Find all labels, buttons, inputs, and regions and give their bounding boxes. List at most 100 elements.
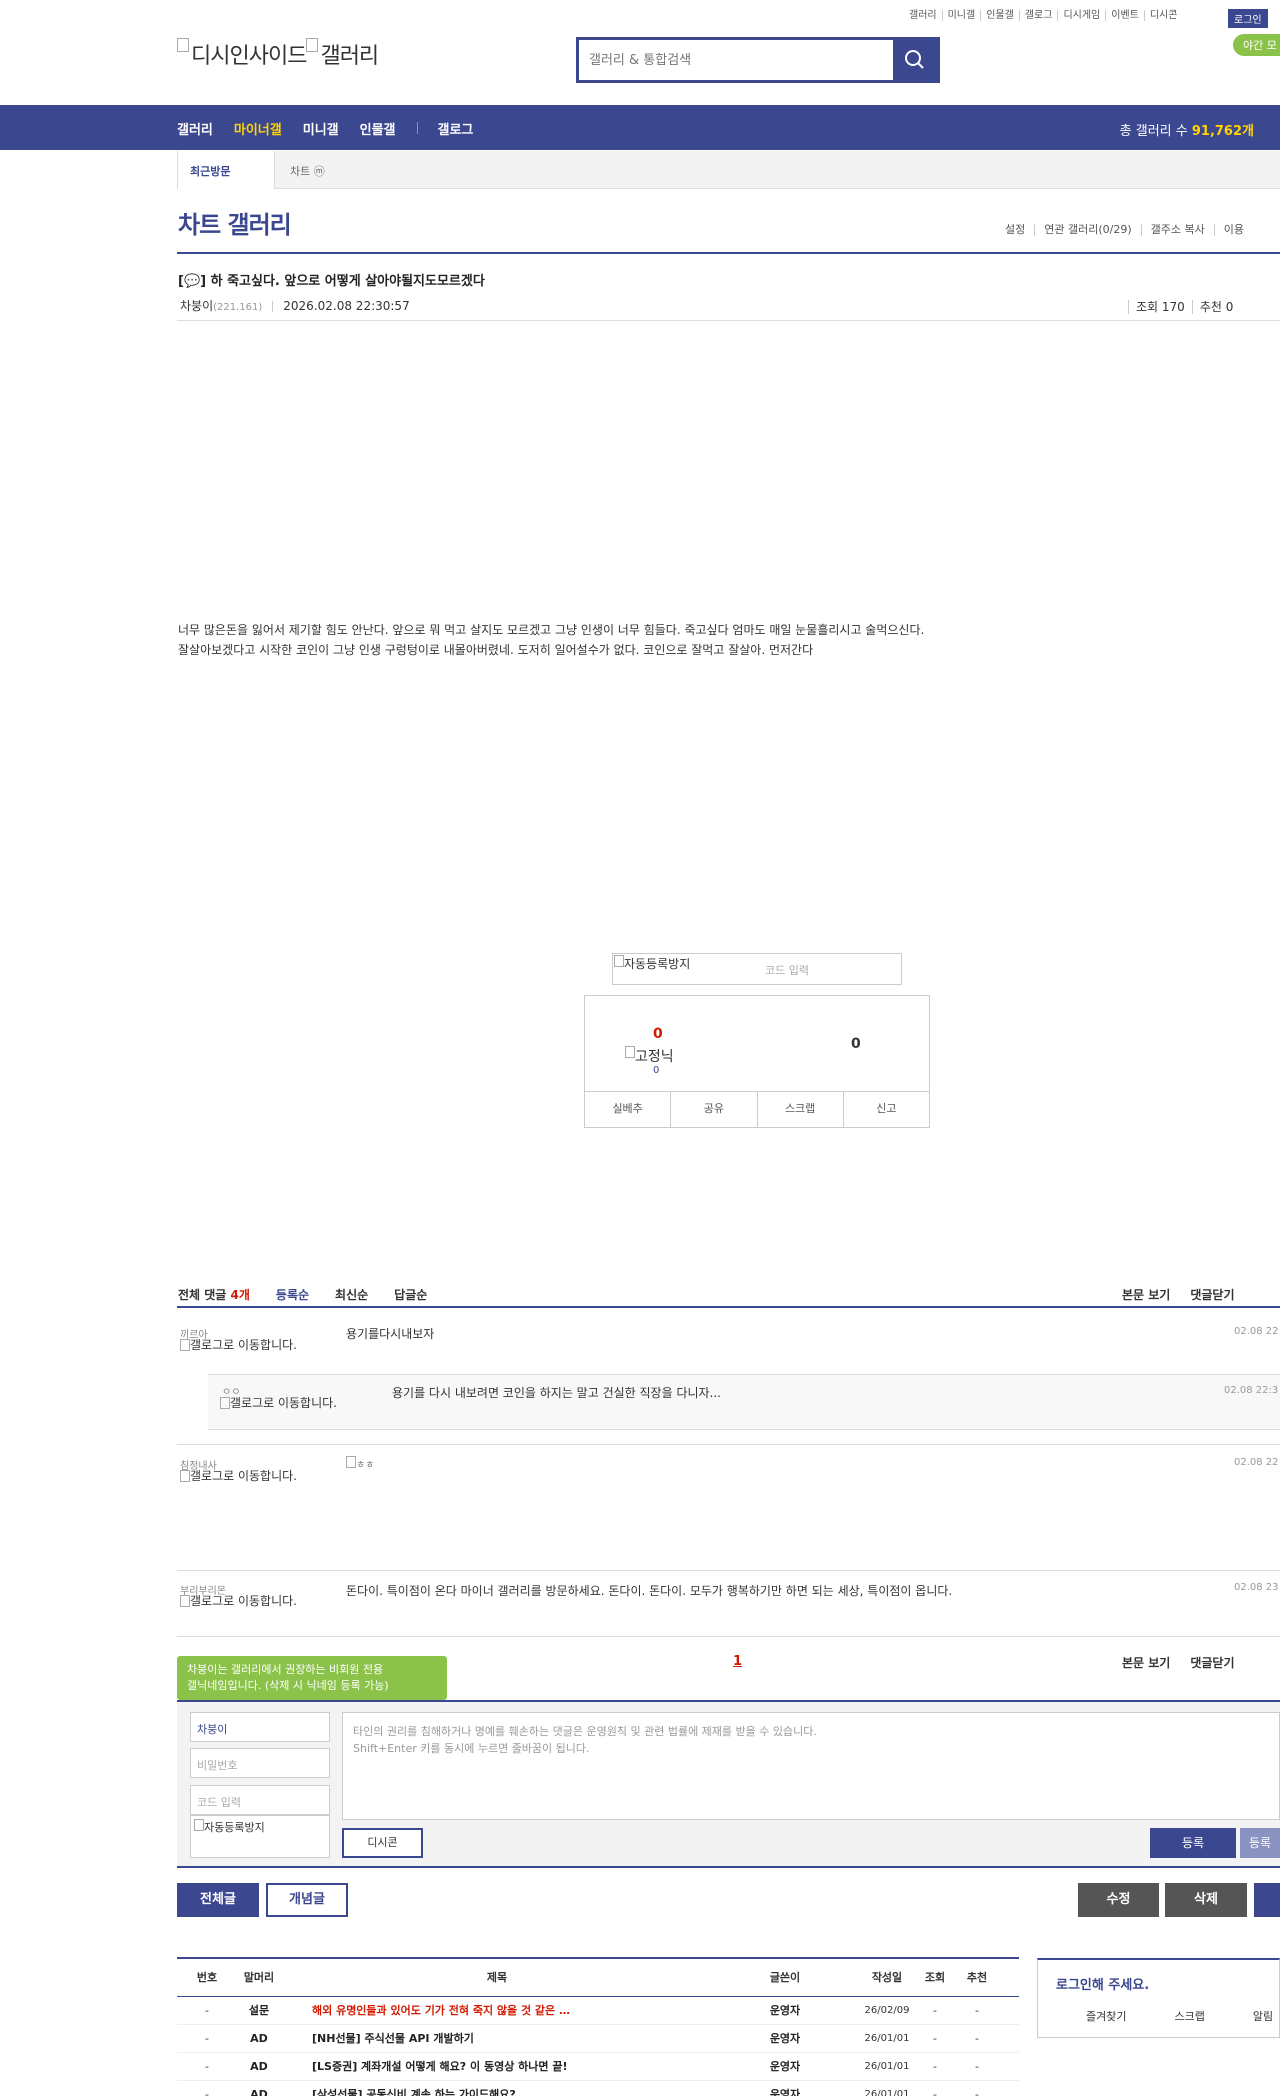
- copy-address-link[interactable]: 갤주소 복사: [1140, 224, 1214, 236]
- dccon-button[interactable]: 디시콘: [342, 1828, 423, 1858]
- sort-registered[interactable]: 등록순: [276, 1286, 309, 1303]
- nav-mini-gallery[interactable]: 미니갤: [303, 119, 339, 138]
- search-button[interactable]: [893, 40, 937, 80]
- recent-visit-tab[interactable]: 최근방문: [177, 151, 275, 189]
- topmenu-person[interactable]: 인물갤: [981, 10, 1020, 21]
- list-row[interactable]: - 설문 해외 유명인들과 있어도 기가 전혀 죽지 않을 것 같은 … 운영자…: [177, 1997, 1019, 2025]
- concept-posts-button[interactable]: 개념글: [266, 1883, 348, 1917]
- close-comments-button[interactable]: 댓글닫기: [1190, 1656, 1234, 1670]
- row-number: -: [205, 2004, 209, 2017]
- post-list: 번호 말머리 제목 글쓴이 작성일 조회 추천 - 설문 해외 유명인들과 있어…: [177, 1957, 1019, 2096]
- row-recommend: -: [975, 2004, 979, 2017]
- topmenu-gallery[interactable]: 갤러리: [904, 10, 943, 21]
- site-logo[interactable]: 디시인사이드 갤러리: [177, 38, 379, 70]
- captcha-image: 자동등록방지: [190, 1815, 330, 1858]
- row-title[interactable]: [NH선물] 주식선물 API 개발하기: [312, 2025, 474, 2053]
- comment-writer: 차붕이 비밀번호 코드 입력 자동등록방지 타인의 권리를 침해하거나 명예를 …: [177, 1700, 1280, 1868]
- topmenu-mini[interactable]: 미니갤: [943, 10, 982, 21]
- broken-image-icon: [177, 38, 189, 52]
- gallog-link[interactable]: 갤로그로 이동합니다.: [180, 1339, 310, 1352]
- list-row[interactable]: - AD [NH선물] 주식선물 API 개발하기 운영자 26/01/01 -…: [177, 2025, 1019, 2053]
- write-button-partial[interactable]: [1254, 1883, 1280, 1917]
- row-views: -: [933, 2032, 937, 2045]
- sort-latest[interactable]: 최신순: [335, 1286, 368, 1303]
- row-title[interactable]: 해외 유명인들과 있어도 기가 전혀 죽지 않을 것 같은 …: [312, 1997, 570, 2025]
- row-head: AD: [250, 2088, 268, 2096]
- captcha-code-input[interactable]: 코드 입력: [765, 962, 809, 978]
- recent-visit-bar: 최근방문 차트 ⓜ: [177, 151, 1280, 189]
- dccon-alt-text: ㅎㅎ: [356, 1460, 375, 1471]
- comment-item: 부리부리몬 갤로그로 이동합니다. 돈다이. 특이점이 온다 마이너 갤러리를 …: [177, 1570, 1280, 1636]
- recommend-down-count[interactable]: 0: [851, 1036, 861, 1052]
- topmenu-gallog[interactable]: 갤로그: [1020, 10, 1059, 21]
- sort-replies[interactable]: 답글순: [394, 1286, 427, 1303]
- password-field[interactable]: 비밀번호: [190, 1748, 330, 1778]
- comment-header-actions: 본문 보기 댓글닫기: [1122, 1286, 1255, 1303]
- gallery-title[interactable]: 차트 갤러리: [178, 205, 292, 240]
- nav-gallery[interactable]: 갤러리: [177, 119, 213, 138]
- row-author: 운영자: [769, 2060, 801, 2073]
- row-head: 설문: [248, 2004, 270, 2017]
- favorites-link[interactable]: 즐겨찾기: [1038, 2008, 1126, 2024]
- scrap-link[interactable]: 스크랩: [1126, 2008, 1204, 2024]
- topmenu-dccon[interactable]: 디시콘: [1145, 10, 1183, 21]
- row-views: -: [933, 2004, 937, 2017]
- gallery-tools: 설정 연관 갤러리(0/29) 갤주소 복사 이용: [996, 224, 1253, 236]
- comment-date: 02.08 22: [1234, 1457, 1279, 1468]
- nav-person-gallery[interactable]: 인물갤: [360, 119, 396, 138]
- login-button[interactable]: 로그인: [1228, 9, 1268, 28]
- recent-chart-tab[interactable]: 차트 ⓜ: [290, 163, 325, 179]
- related-gallery-link[interactable]: 연관 갤러리(0/29): [1034, 224, 1140, 236]
- row-title[interactable]: [LS증권] 계좌개설 어떻게 해요? 이 동영상 하나면 끝!: [312, 2053, 567, 2081]
- nav-gallog[interactable]: 갤로그: [438, 119, 474, 138]
- gallog-link[interactable]: 갤로그로 이동합니다.: [180, 1470, 310, 1483]
- comment-total-label: 전체 댓글: [178, 1288, 227, 1302]
- notification-link[interactable]: 알림: [1205, 2008, 1273, 2024]
- recommend-box: 0 고정닉 0 0 실베추 공유 스크랩 신고: [584, 995, 930, 1128]
- all-posts-button[interactable]: 전체글: [177, 1883, 259, 1917]
- post-author[interactable]: 차붕이: [180, 299, 213, 313]
- broken-image-icon: [220, 1397, 230, 1409]
- gallog-link[interactable]: 갤로그로 이동합니다.: [220, 1397, 350, 1410]
- gallery-settings-link[interactable]: 설정: [996, 224, 1034, 236]
- row-recommend: -: [975, 2060, 979, 2073]
- total-gallery-count: 총 갤러리 수 91,762개: [1120, 120, 1254, 139]
- view-body-button[interactable]: 본문 보기: [1122, 1656, 1170, 1670]
- nick-field[interactable]: 차붕이: [190, 1712, 330, 1742]
- comment-submit-button-2[interactable]: 등록: [1240, 1828, 1280, 1858]
- nav-minor-gallery[interactable]: 마이너갤: [234, 119, 282, 138]
- captcha-code-field[interactable]: 코드 입력: [190, 1785, 330, 1815]
- fixed-nick-recommend[interactable]: 고정닉: [625, 1046, 674, 1066]
- broken-image-icon: [625, 1046, 635, 1058]
- recommend-up-count[interactable]: 0: [653, 1026, 663, 1042]
- search-input[interactable]: [579, 40, 893, 80]
- row-title[interactable]: [삼성선물] 공동신비 계속 하는 가이드해요?: [312, 2081, 516, 2096]
- row-author: 운영자: [769, 2088, 801, 2096]
- topmenu-game[interactable]: 디시게임: [1058, 10, 1107, 21]
- view-body-button[interactable]: 본문 보기: [1122, 1288, 1170, 1302]
- comment-submit-button[interactable]: 등록: [1150, 1828, 1236, 1858]
- list-row[interactable]: - AD [삼성선물] 공동신비 계속 하는 가이드해요? 운영자 26/01/…: [177, 2081, 1019, 2096]
- broken-image-icon: [346, 1456, 356, 1468]
- post-header-divider: [177, 320, 1280, 321]
- nick-tip-tooltip: 차붕이는 갤러리에서 권장하는 비회원 전용 갤닉네임입니다. (삭제 시 닉네…: [177, 1656, 447, 1708]
- night-mode-button[interactable]: 야간 모: [1233, 34, 1280, 56]
- delete-button[interactable]: 삭제: [1165, 1883, 1247, 1917]
- login-prompt[interactable]: 로그인해 주세요.: [1056, 1974, 1149, 1993]
- list-row[interactable]: - AD [LS증권] 계좌개설 어떻게 해요? 이 동영상 하나면 끝! 운영…: [177, 2053, 1019, 2081]
- comment-date: 02.08 22: [1234, 1326, 1279, 1337]
- edit-button[interactable]: 수정: [1078, 1883, 1159, 1917]
- share-button[interactable]: 공유: [671, 1092, 758, 1127]
- post-ip: (221.161): [213, 302, 263, 313]
- close-comments-button[interactable]: 댓글닫기: [1190, 1288, 1234, 1302]
- usage-link[interactable]: 이용: [1213, 224, 1253, 236]
- search-icon: [905, 50, 924, 69]
- topmenu-event[interactable]: 이벤트: [1106, 10, 1145, 21]
- real-best-button[interactable]: 실베추: [585, 1092, 672, 1127]
- comment-textarea[interactable]: 타인의 권리를 침해하거나 명예를 훼손하는 댓글은 운영원칙 및 관련 법률에…: [342, 1712, 1280, 1820]
- gallog-link[interactable]: 갤로그로 이동합니다.: [180, 1595, 310, 1608]
- scrap-button[interactable]: 스크랩: [758, 1092, 844, 1127]
- broken-image-icon: [180, 1339, 190, 1351]
- report-button[interactable]: 신고: [844, 1092, 929, 1127]
- comment-page-1[interactable]: 1: [733, 1654, 742, 1669]
